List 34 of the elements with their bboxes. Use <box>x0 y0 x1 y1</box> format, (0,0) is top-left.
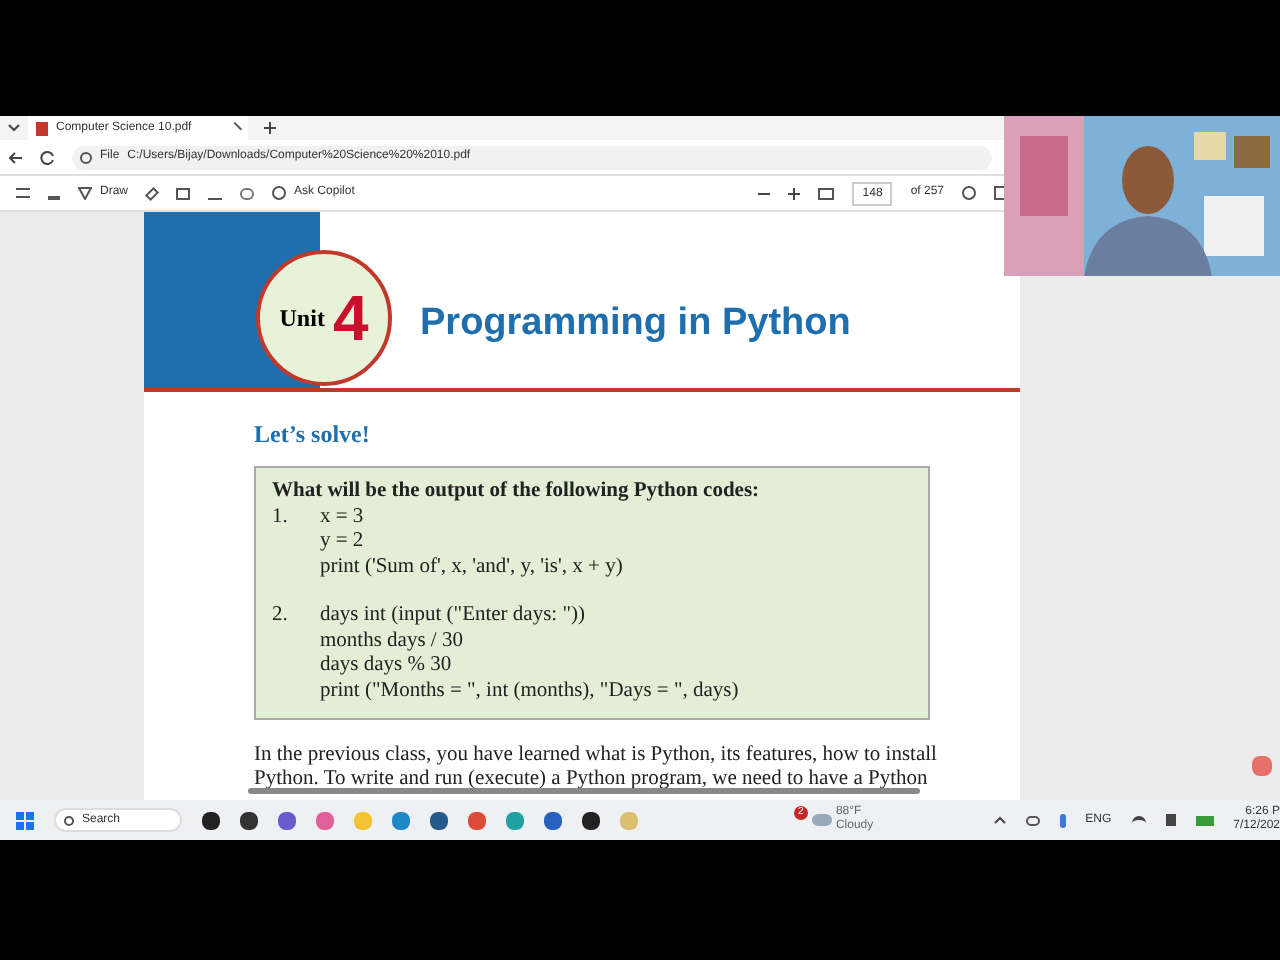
section-heading: Let’s solve! <box>254 418 372 452</box>
battery-icon[interactable] <box>1195 815 1214 825</box>
app-icon[interactable] <box>240 811 258 829</box>
code-line: print ('Sum of', x, 'and', y, 'is', x + y) <box>320 555 623 580</box>
app-icon[interactable] <box>202 811 220 829</box>
info-icon <box>80 151 92 163</box>
chapter-title: Programming in Python <box>420 299 851 347</box>
paragraph-line: In the previous class, you have learned what is Python, its features, how to install <box>254 744 934 767</box>
code-line: days int (input ("Enter days: ")) <box>320 604 588 629</box>
wifi-icon[interactable] <box>1131 815 1146 825</box>
zoom-in-icon[interactable] <box>788 187 801 199</box>
code-line: months days / 30 <box>320 629 465 654</box>
plus-icon[interactable] <box>264 122 276 134</box>
menu-icon[interactable] <box>16 188 30 198</box>
code-line: print ("Months = ", int (months), "Days = ", days) <box>320 679 739 704</box>
code-line: days days % 30 <box>320 654 454 679</box>
code-line: x = 3 <box>320 505 366 530</box>
pdf-icon <box>1252 756 1272 776</box>
horizontal-scrollbar[interactable] <box>248 788 920 794</box>
item-number: 2. <box>272 604 290 630</box>
windows-icon[interactable] <box>16 811 34 829</box>
reload-icon[interactable] <box>40 149 56 165</box>
pdf-icon <box>36 121 48 135</box>
zoom-out-icon[interactable] <box>758 187 771 199</box>
app-icon[interactable] <box>582 811 600 829</box>
chevron-icon[interactable] <box>8 124 20 132</box>
code-line: y = 2 <box>320 530 366 555</box>
back-icon[interactable] <box>8 149 24 165</box>
app-icon[interactable] <box>430 811 448 829</box>
fit-page-icon[interactable] <box>818 187 835 199</box>
chevron-icon[interactable] <box>993 816 1006 824</box>
paragraph-line: Python. To write and run (execute) a Python program, we need to have a Python <box>254 767 930 790</box>
question-text: What will be the output of the following Python codes: <box>272 480 762 505</box>
item-number: 1. <box>272 505 290 531</box>
